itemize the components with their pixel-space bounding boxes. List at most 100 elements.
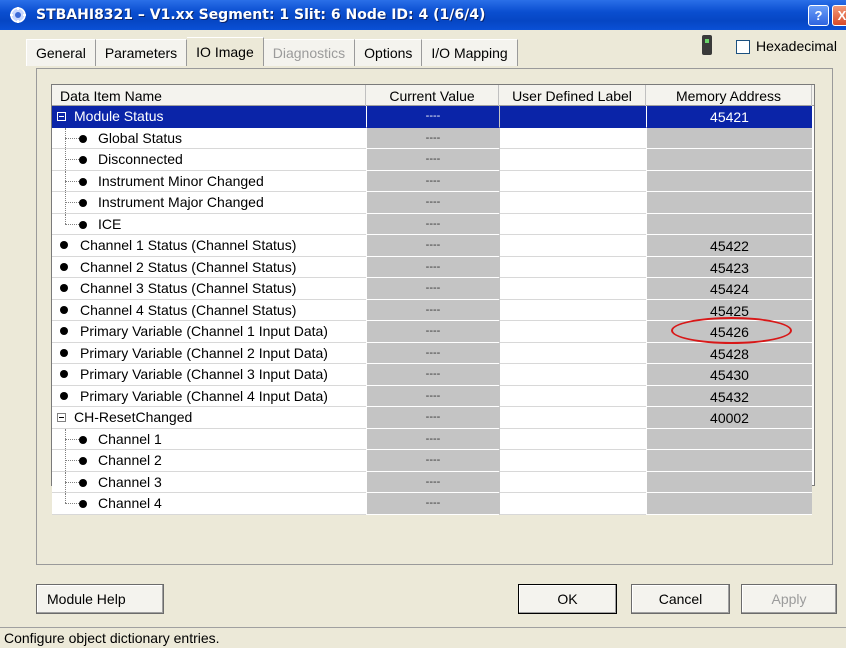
cell-memory-address: 45426 [646, 321, 812, 343]
table-row[interactable]: Module Status ---- 45421 [52, 106, 814, 128]
row-name-text: Global Status [98, 129, 183, 146]
tab-io-mapping[interactable]: I/O Mapping [422, 39, 518, 66]
cell-user-defined-label[interactable] [499, 106, 646, 128]
cell-user-defined-label[interactable] [499, 170, 646, 192]
table-row[interactable]: Global Status ---- [52, 127, 814, 149]
bullet-icon [60, 348, 68, 357]
table-row[interactable]: ICE ---- [52, 213, 814, 235]
cell-memory-address [646, 192, 812, 214]
module-help-button[interactable]: Module Help [36, 584, 164, 614]
tab-io-image[interactable]: IO Image [187, 37, 264, 66]
cell-current-value: ---- [366, 321, 499, 343]
cell-user-defined-label[interactable] [499, 256, 646, 278]
cell-data-item-name[interactable]: ICE [52, 213, 366, 235]
cell-user-defined-label[interactable] [499, 471, 646, 493]
collapse-icon[interactable] [57, 412, 66, 422]
cell-user-defined-label[interactable] [499, 299, 646, 321]
table-row[interactable]: Channel 3 ---- [52, 471, 814, 493]
table-row[interactable]: Channel 3 Status (Channel Status) ---- 454… [52, 278, 814, 300]
cell-data-item-name[interactable]: Channel 3 [52, 471, 366, 493]
table-row[interactable]: Primary Variable (Channel 4 Input Data) -… [52, 385, 814, 407]
cell-data-item-name[interactable]: Channel 1 Status (Channel Status) [52, 235, 366, 257]
cell-data-item-name[interactable]: Primary Variable (Channel 2 Input Data) [52, 342, 366, 364]
cell-user-defined-label[interactable] [499, 149, 646, 171]
cell-data-item-name[interactable]: Module Status [52, 106, 366, 128]
cell-user-defined-label[interactable] [499, 364, 646, 386]
table-row[interactable]: Channel 2 Status (Channel Status) ---- 454… [52, 256, 814, 278]
row-name-text: Primary Variable (Channel 4 Input Data) [80, 387, 328, 404]
row-name-text: Channel 3 [98, 473, 162, 490]
tab-options[interactable]: Options [355, 39, 423, 66]
cell-user-defined-label[interactable] [499, 213, 646, 235]
tab-parameters[interactable]: Parameters [95, 39, 188, 66]
hexadecimal-checkbox[interactable] [736, 40, 750, 54]
cell-user-defined-label[interactable] [499, 385, 646, 407]
cell-data-item-name[interactable]: Primary Variable (Channel 4 Input Data) [52, 385, 366, 407]
row-name-text: ICE [98, 215, 122, 232]
cell-data-item-name[interactable]: Instrument Minor Changed [52, 170, 366, 192]
bullet-icon [60, 370, 68, 379]
table-row[interactable]: Channel 1 ---- [52, 428, 814, 450]
cell-user-defined-label[interactable] [499, 428, 646, 450]
tab-general[interactable]: General [26, 39, 96, 66]
table-row[interactable]: Primary Variable (Channel 2 Input Data) -… [52, 342, 814, 364]
cancel-button[interactable]: Cancel [631, 584, 730, 614]
cell-current-value: ---- [366, 149, 499, 171]
cell-data-item-name[interactable]: Channel 2 Status (Channel Status) [52, 256, 366, 278]
cell-data-item-name[interactable]: CH-ResetChanged [52, 407, 366, 429]
cell-data-item-name[interactable]: Channel 1 [52, 428, 366, 450]
cell-user-defined-label[interactable] [499, 493, 646, 515]
cell-memory-address [646, 450, 812, 472]
table-row[interactable]: Channel 2 ---- [52, 450, 814, 472]
help-icon[interactable]: ? [808, 5, 829, 26]
table-row[interactable]: Instrument Minor Changed ---- [52, 170, 814, 192]
cell-user-defined-label[interactable] [499, 407, 646, 429]
cell-current-value: ---- [366, 106, 499, 128]
cell-user-defined-label[interactable] [499, 342, 646, 364]
tree-connector [65, 180, 79, 182]
cell-user-defined-label[interactable] [499, 278, 646, 300]
app-icon [8, 5, 28, 25]
header-current-value[interactable]: Current Value [366, 85, 499, 106]
row-name-text: CH-ResetChanged [74, 409, 193, 426]
cell-data-item-name[interactable]: Global Status [52, 127, 366, 149]
tree-connector [65, 438, 79, 440]
cell-data-item-name[interactable]: Instrument Major Changed [52, 192, 366, 214]
cell-user-defined-label[interactable] [499, 321, 646, 343]
cell-data-item-name[interactable]: Primary Variable (Channel 3 Input Data) [52, 364, 366, 386]
header-memory-address[interactable]: Memory Address [646, 85, 812, 106]
collapse-icon[interactable] [57, 111, 66, 121]
cell-user-defined-label[interactable] [499, 192, 646, 214]
cell-data-item-name[interactable]: Channel 4 Status (Channel Status) [52, 299, 366, 321]
cell-data-item-name[interactable]: Channel 4 [52, 493, 366, 515]
cell-data-item-name[interactable]: Channel 2 [52, 450, 366, 472]
header-data-item-name[interactable]: Data Item Name [52, 85, 366, 106]
table-row[interactable]: Instrument Major Changed ---- [52, 192, 814, 214]
cell-current-value: ---- [366, 256, 499, 278]
cell-current-value: ---- [366, 493, 499, 515]
table-row[interactable]: CH-ResetChanged ---- 40002 [52, 407, 814, 429]
table-row[interactable]: Disconnected ---- [52, 149, 814, 171]
window-title: STBAHI8321 – V1.xx Segment: 1 Slit: 6 No… [36, 7, 486, 23]
row-name-text: Channel 1 [98, 430, 162, 447]
row-name-text: Module Status [74, 108, 164, 125]
close-icon[interactable]: X [832, 5, 846, 26]
table-row[interactable]: Primary Variable (Channel 1 Input Data) -… [52, 321, 814, 343]
table-row[interactable]: Channel 4 Status (Channel Status) ---- 454… [52, 299, 814, 321]
table-header: Data Item Name Current Value User Define… [52, 85, 814, 106]
bullet-icon [79, 500, 87, 508]
cell-data-item-name[interactable]: Disconnected [52, 149, 366, 171]
tree-connector [65, 493, 66, 504]
table-row[interactable]: Channel 4 ---- [52, 493, 814, 515]
bullet-icon [60, 241, 68, 250]
cell-user-defined-label[interactable] [499, 235, 646, 257]
header-user-defined-label[interactable]: User Defined Label [499, 85, 646, 106]
cell-data-item-name[interactable]: Primary Variable (Channel 1 Input Data) [52, 321, 366, 343]
cell-user-defined-label[interactable] [499, 127, 646, 149]
cell-user-defined-label[interactable] [499, 450, 646, 472]
row-name-text: Instrument Major Changed [98, 194, 264, 210]
table-row[interactable]: Primary Variable (Channel 3 Input Data) -… [52, 364, 814, 386]
cell-data-item-name[interactable]: Channel 3 Status (Channel Status) [52, 278, 366, 300]
ok-button[interactable]: OK [518, 584, 617, 614]
table-row[interactable]: Channel 1 Status (Channel Status) ---- 454… [52, 235, 814, 257]
